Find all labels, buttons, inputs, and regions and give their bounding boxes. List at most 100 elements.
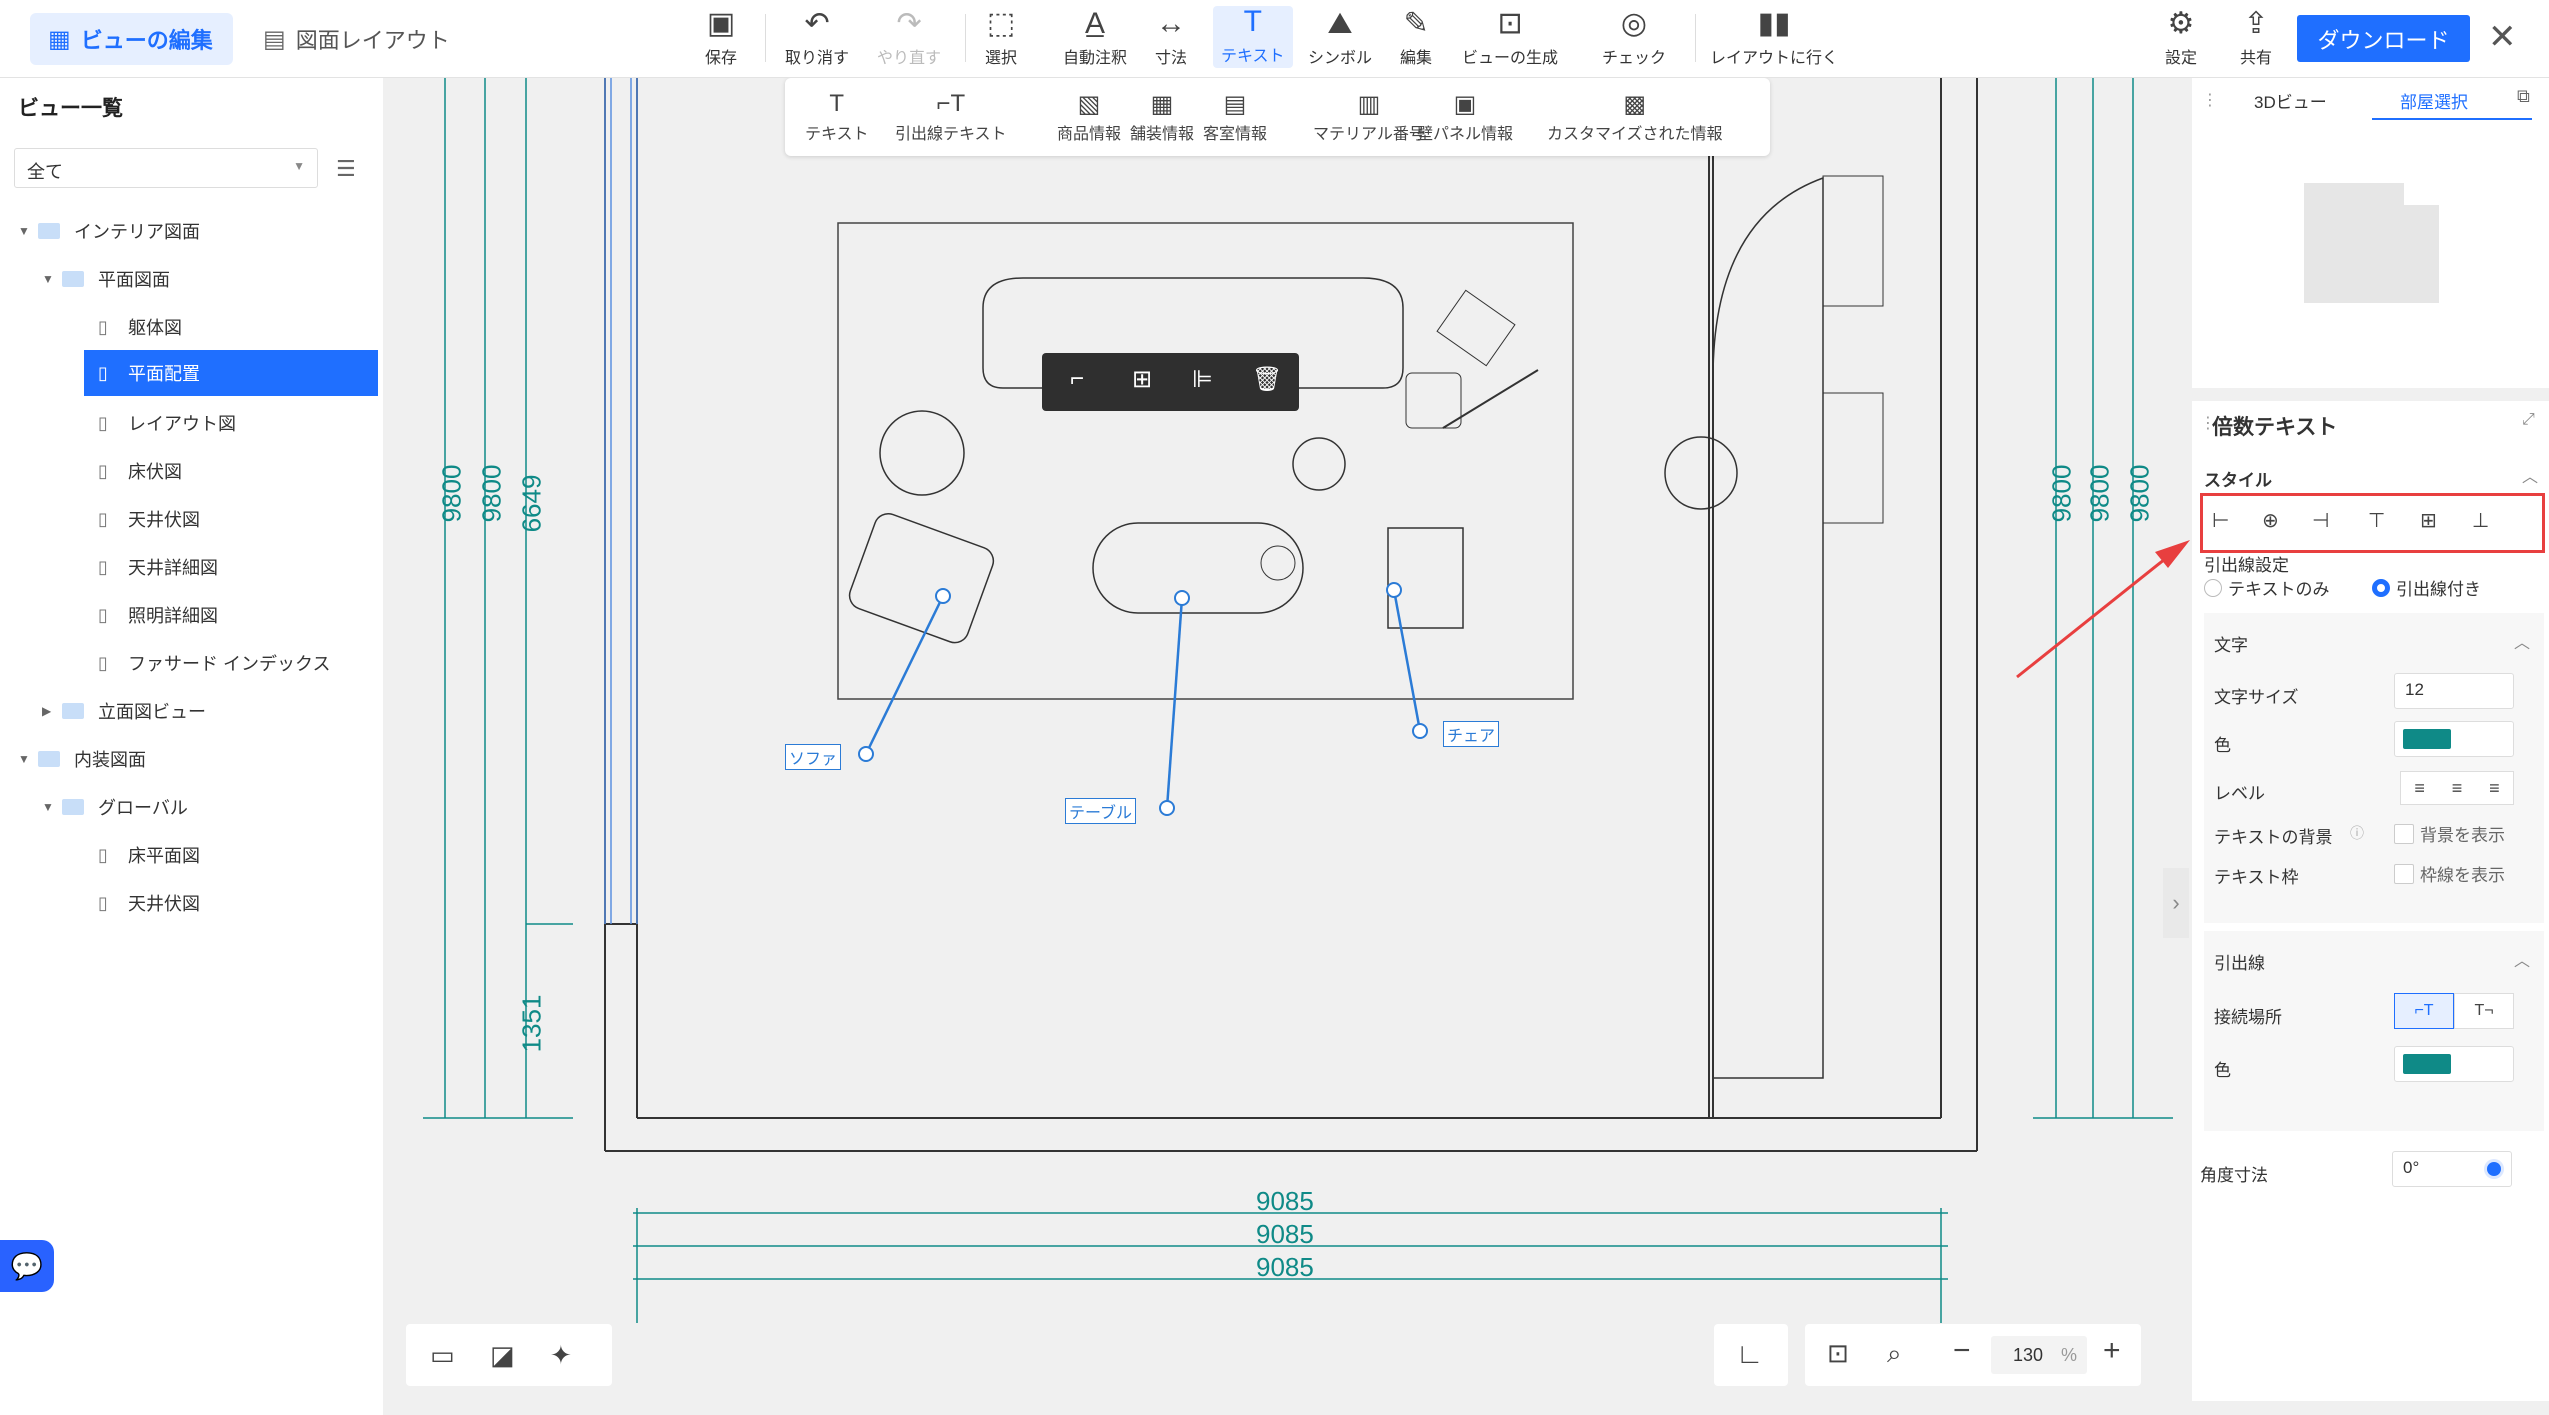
zoom-out-icon[interactable]: − xyxy=(1953,1334,1971,1368)
chevron-up-icon[interactable]: ︿ xyxy=(2514,629,2530,653)
chevron-up-icon[interactable]: ︿ xyxy=(2522,463,2538,487)
chevron-down-icon: ▼ xyxy=(42,272,54,286)
tree-item-ceiling-detail[interactable]: ▯ 天井詳細図 xyxy=(84,544,378,590)
connect-start-icon[interactable]: ⌐T xyxy=(2394,993,2454,1029)
subtool-text[interactable]: T テキスト xyxy=(805,90,869,144)
checkbox-icon xyxy=(2394,823,2414,844)
leader-color-picker[interactable] xyxy=(2394,1046,2514,1082)
text-align-left-icon[interactable]: ≡ xyxy=(2414,778,2425,799)
layout-icon: ▤ xyxy=(263,25,286,53)
tab-drawing-layout[interactable]: ▤ 図面レイアウト xyxy=(263,13,450,65)
tree-item-facade-index[interactable]: ▯ ファサード インデックス xyxy=(84,640,378,686)
label-chair[interactable]: チェア xyxy=(1443,721,1500,747)
tree-item-lighting-detail[interactable]: ▯ 照明詳細図 xyxy=(84,592,378,638)
generate-view-button[interactable]: ⊡ ビューの生成 xyxy=(1462,8,1558,68)
leader-setting-label: 引出線設定 xyxy=(2204,556,2289,575)
check-button[interactable]: ◎ チェック xyxy=(1602,8,1666,68)
dimension-button[interactable]: ↔ 寸法 xyxy=(1155,8,1187,68)
add-icon[interactable]: ⊞ xyxy=(1132,365,1152,394)
document-icon: ▯ xyxy=(98,652,108,673)
text-icon: T xyxy=(829,90,845,117)
panel-collapse-chevron-icon[interactable]: › xyxy=(2163,868,2189,938)
radio-with-leader[interactable]: 引出線付き xyxy=(2372,575,2481,600)
font-size-input[interactable]: 12 xyxy=(2394,673,2514,709)
tree-item-layout-drawing[interactable]: ▯ レイアウト図 xyxy=(84,400,378,446)
gear-icon: ⚙ xyxy=(2167,7,2195,40)
zoom-in-icon[interactable]: + xyxy=(2103,1334,2121,1368)
axis-toolbar: ∟ xyxy=(1714,1324,1788,1386)
subtool-wall-panel-info[interactable]: ▣ 壁パネル情報 xyxy=(1417,90,1513,144)
redo-button[interactable]: ↷ やり直す xyxy=(877,8,941,68)
text-color-picker[interactable] xyxy=(2394,721,2514,757)
chevron-down-icon: ▼ xyxy=(18,752,30,766)
axis-icon[interactable]: ∟ xyxy=(1736,1338,1763,1370)
tab-room-select[interactable]: 部屋選択 xyxy=(2400,88,2468,113)
tree-item-ceiling-plan-2[interactable]: ▯ 天井伏図 xyxy=(84,880,378,926)
chat-icon[interactable]: 💬 xyxy=(0,1240,54,1292)
label-sofa[interactable]: ソファ xyxy=(785,744,842,770)
chevron-up-icon[interactable]: ︿ xyxy=(2514,947,2530,971)
leader-text-icon[interactable]: ⌐ xyxy=(1070,365,1084,393)
radio-text-only[interactable]: テキストのみ xyxy=(2204,575,2330,600)
fill-icon[interactable]: ◪ xyxy=(490,1340,515,1371)
edit-button[interactable]: ✎ 編集 xyxy=(1400,8,1432,68)
select-button[interactable]: ⬚ 選択 xyxy=(985,8,1017,68)
tree-item-elevation[interactable]: ▶ 立面図ビュー xyxy=(42,688,378,734)
view-filter-select[interactable]: 全て ▼ xyxy=(14,148,318,188)
download-button[interactable]: ダウンロード xyxy=(2297,15,2470,62)
label-table[interactable]: テーブル xyxy=(1065,798,1137,824)
drag-handle-icon[interactable]: ⋮ xyxy=(2202,90,2218,110)
generate-view-icon: ⊡ xyxy=(1497,7,1523,40)
subtool-room-info[interactable]: ▤ 客室情報 xyxy=(1203,90,1267,144)
list-toggle-icon[interactable]: ☰ xyxy=(336,156,356,182)
tree-item-ceiling-plan[interactable]: ▯ 天井伏図 xyxy=(84,496,378,542)
app-logo-icon: ▦ xyxy=(48,25,71,53)
text-align-center-icon[interactable]: ≡ xyxy=(2452,778,2463,799)
zoom-window-icon[interactable]: ⌕ xyxy=(1887,1338,1902,1370)
tree-item-plan-layout[interactable]: ▯ 平面配置 xyxy=(84,350,378,396)
subtool-custom-info[interactable]: ▩ カスタマイズされた情報 xyxy=(1547,90,1723,144)
undo-button[interactable]: ↶ 取り消す xyxy=(785,8,849,68)
trash-icon[interactable]: 🗑 xyxy=(1252,365,1282,394)
auto-annotate-icon: A̲ xyxy=(1085,7,1106,40)
close-icon[interactable]: ✕ xyxy=(2488,17,2517,57)
subtool-product-info[interactable]: ▧ 商品情報 xyxy=(1057,90,1121,144)
subtool-material-number[interactable]: ▥ マテリアル番号 xyxy=(1313,90,1425,144)
leader-section: 引出線 ︿ 接続場所 ⌐T T¬ 色 xyxy=(2204,931,2544,1131)
tab-3d-view[interactable]: 3Dビュー xyxy=(2254,88,2327,113)
tree-item-interior-finish[interactable]: ▼ 内装図面 xyxy=(18,736,378,782)
text-align-right-icon[interactable]: ≡ xyxy=(2489,778,2500,799)
fit-view-icon[interactable]: ⊡ xyxy=(1827,1338,1849,1369)
subtool-leader-text[interactable]: ⌐T 引出線テキスト xyxy=(895,90,1007,144)
symbol-button[interactable]: ⛰ シンボル xyxy=(1308,8,1372,68)
document-icon: ▯ xyxy=(98,316,108,337)
layer-icon[interactable]: ▭ xyxy=(430,1340,455,1371)
settings-button[interactable]: ⚙ 設定 xyxy=(2165,8,2197,68)
frame-checkbox[interactable]: 枠線を表示 xyxy=(2394,861,2505,886)
custom-info-icon: ▩ xyxy=(1623,91,1647,118)
text-tool-button[interactable]: T テキスト xyxy=(1213,6,1293,68)
share-button[interactable]: ⇪ 共有 xyxy=(2240,8,2272,68)
auto-annotate-button[interactable]: A̲ 自動注釈 xyxy=(1063,8,1127,68)
zoom-input[interactable]: 130 % xyxy=(1991,1336,2087,1374)
expand-icon[interactable]: ⤢ xyxy=(2522,411,2535,429)
tree-item-floor-finish[interactable]: ▯ 床伏図 xyxy=(84,448,378,494)
popout-icon[interactable]: ⧉ xyxy=(2517,86,2530,107)
symbol-toggle-icon[interactable]: ✦ xyxy=(550,1340,572,1371)
angle-input[interactable]: 0° xyxy=(2392,1151,2512,1187)
tree-item-global[interactable]: ▼ グローバル xyxy=(42,784,378,830)
align-icon[interactable]: ⊫ xyxy=(1192,365,1213,394)
dimension-label: 9800 xyxy=(436,464,467,523)
subtool-paving-info[interactable]: ▦ 舗装情報 xyxy=(1130,90,1194,144)
save-button[interactable]: ▣ 保存 xyxy=(705,8,737,68)
tree-item-structure[interactable]: ▯ 躯体図 xyxy=(84,304,378,350)
tree-item-interior[interactable]: ▼ インテリア図面 xyxy=(18,208,378,254)
tree-item-floor-plans[interactable]: ▼ 平面図面 xyxy=(42,256,378,302)
go-to-layout-button[interactable]: ▮▮ レイアウトに行く xyxy=(1710,8,1838,68)
tree-item-floor-plan[interactable]: ▯ 床平面図 xyxy=(84,832,378,878)
document-icon: ▯ xyxy=(98,508,108,529)
bg-checkbox[interactable]: 背景を表示 xyxy=(2394,821,2505,846)
connect-end-icon[interactable]: T¬ xyxy=(2454,993,2514,1029)
drawing-canvas[interactable]: ⌐ ⊞ ⊫ 🗑 T テキスト ⌐T 引出線テキスト ▧ 商品情報 ▦ 舗装情報 ▤ 客室情… xyxy=(383,78,2189,1415)
tab-view-edit[interactable]: ▦ ビューの編集 xyxy=(30,13,233,65)
